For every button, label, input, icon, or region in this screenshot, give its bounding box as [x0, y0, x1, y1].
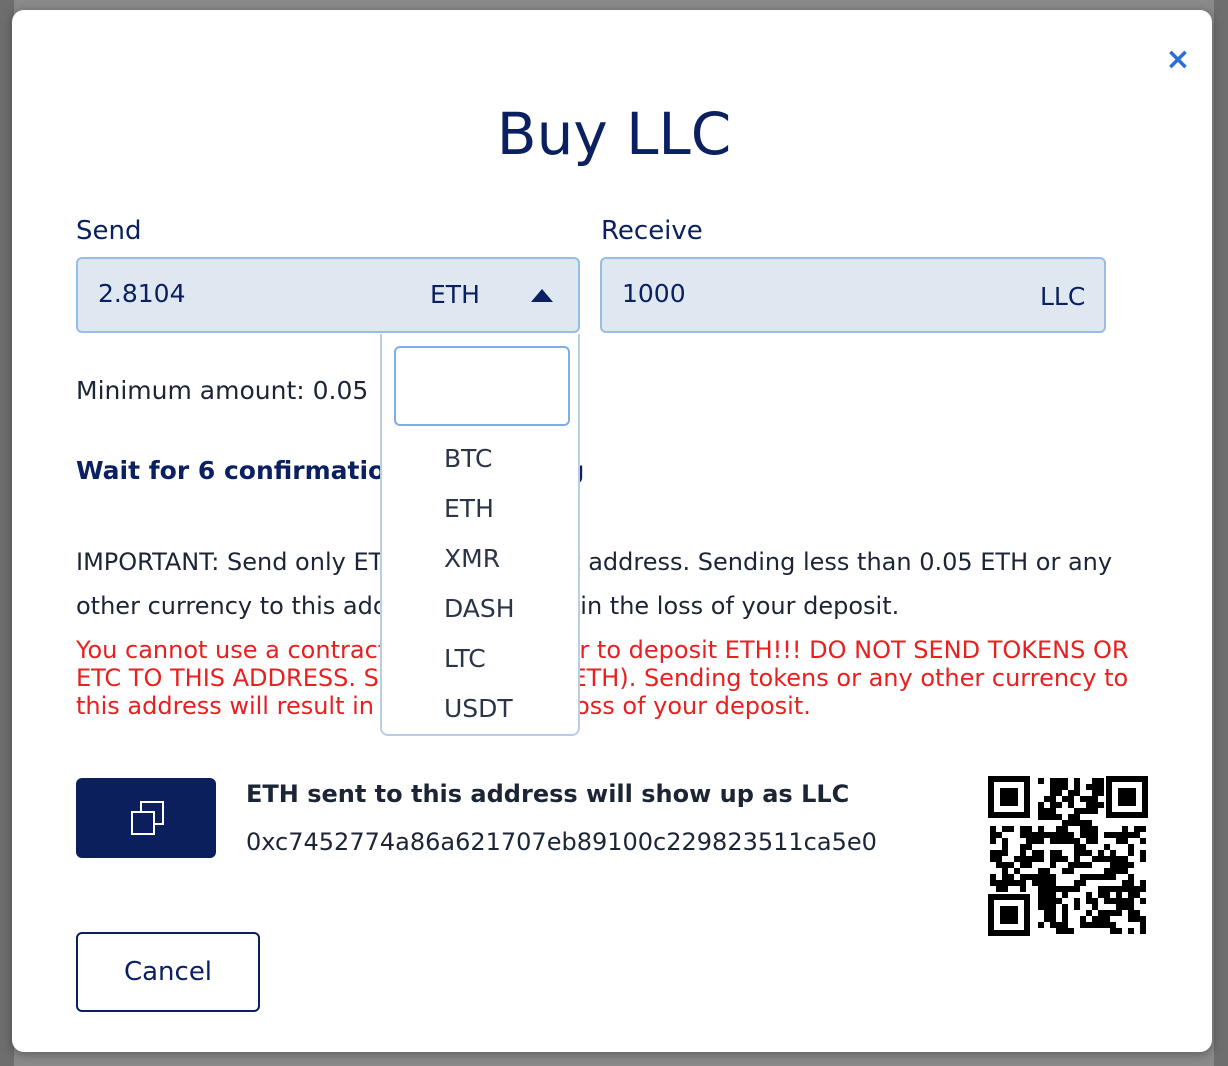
minimum-amount-text: Minimum amount: 0.05 — [76, 376, 369, 405]
copy-icon — [131, 801, 164, 835]
receive-field[interactable]: 1000 LLC — [600, 257, 1106, 333]
warning-note: You cannot use a contract internal trans… — [76, 636, 1129, 720]
send-label: Send — [76, 216, 142, 246]
send-field[interactable]: 2.8104 ETH — [76, 257, 580, 333]
cancel-button[interactable]: Cancel — [76, 932, 260, 1012]
currency-option-usdt[interactable]: USDT — [444, 694, 513, 723]
copy-address-button[interactable] — [76, 778, 216, 858]
important-note: IMPORTANT: Send only ETH to this deposit… — [76, 548, 1113, 620]
currency-option-dash[interactable]: DASH — [444, 594, 515, 623]
caret-up-icon[interactable] — [531, 289, 553, 302]
currency-dropdown: BTC ETH XMR DASH LTC USDT — [380, 334, 580, 736]
receive-amount-input[interactable]: 1000 — [622, 279, 686, 308]
deposit-address: 0xc7452774a86a621707eb89100c229823511ca5… — [246, 828, 877, 856]
receive-label: Receive — [601, 216, 703, 246]
address-heading: ETH sent to this address will show up as… — [246, 780, 850, 808]
qr-code — [988, 776, 1148, 936]
dialog-title: Buy LLC — [496, 100, 732, 168]
currency-option-xmr[interactable]: XMR — [444, 544, 500, 573]
currency-search-input[interactable] — [394, 346, 570, 426]
currency-option-btc[interactable]: BTC — [444, 444, 492, 473]
receive-currency-label: LLC — [1040, 282, 1086, 311]
currency-option-ltc[interactable]: LTC — [444, 644, 486, 673]
currency-option-eth[interactable]: ETH — [444, 494, 494, 523]
send-currency-select[interactable]: ETH — [430, 280, 480, 309]
send-amount-input[interactable]: 2.8104 — [98, 279, 185, 308]
close-icon[interactable]: × — [1162, 44, 1194, 76]
